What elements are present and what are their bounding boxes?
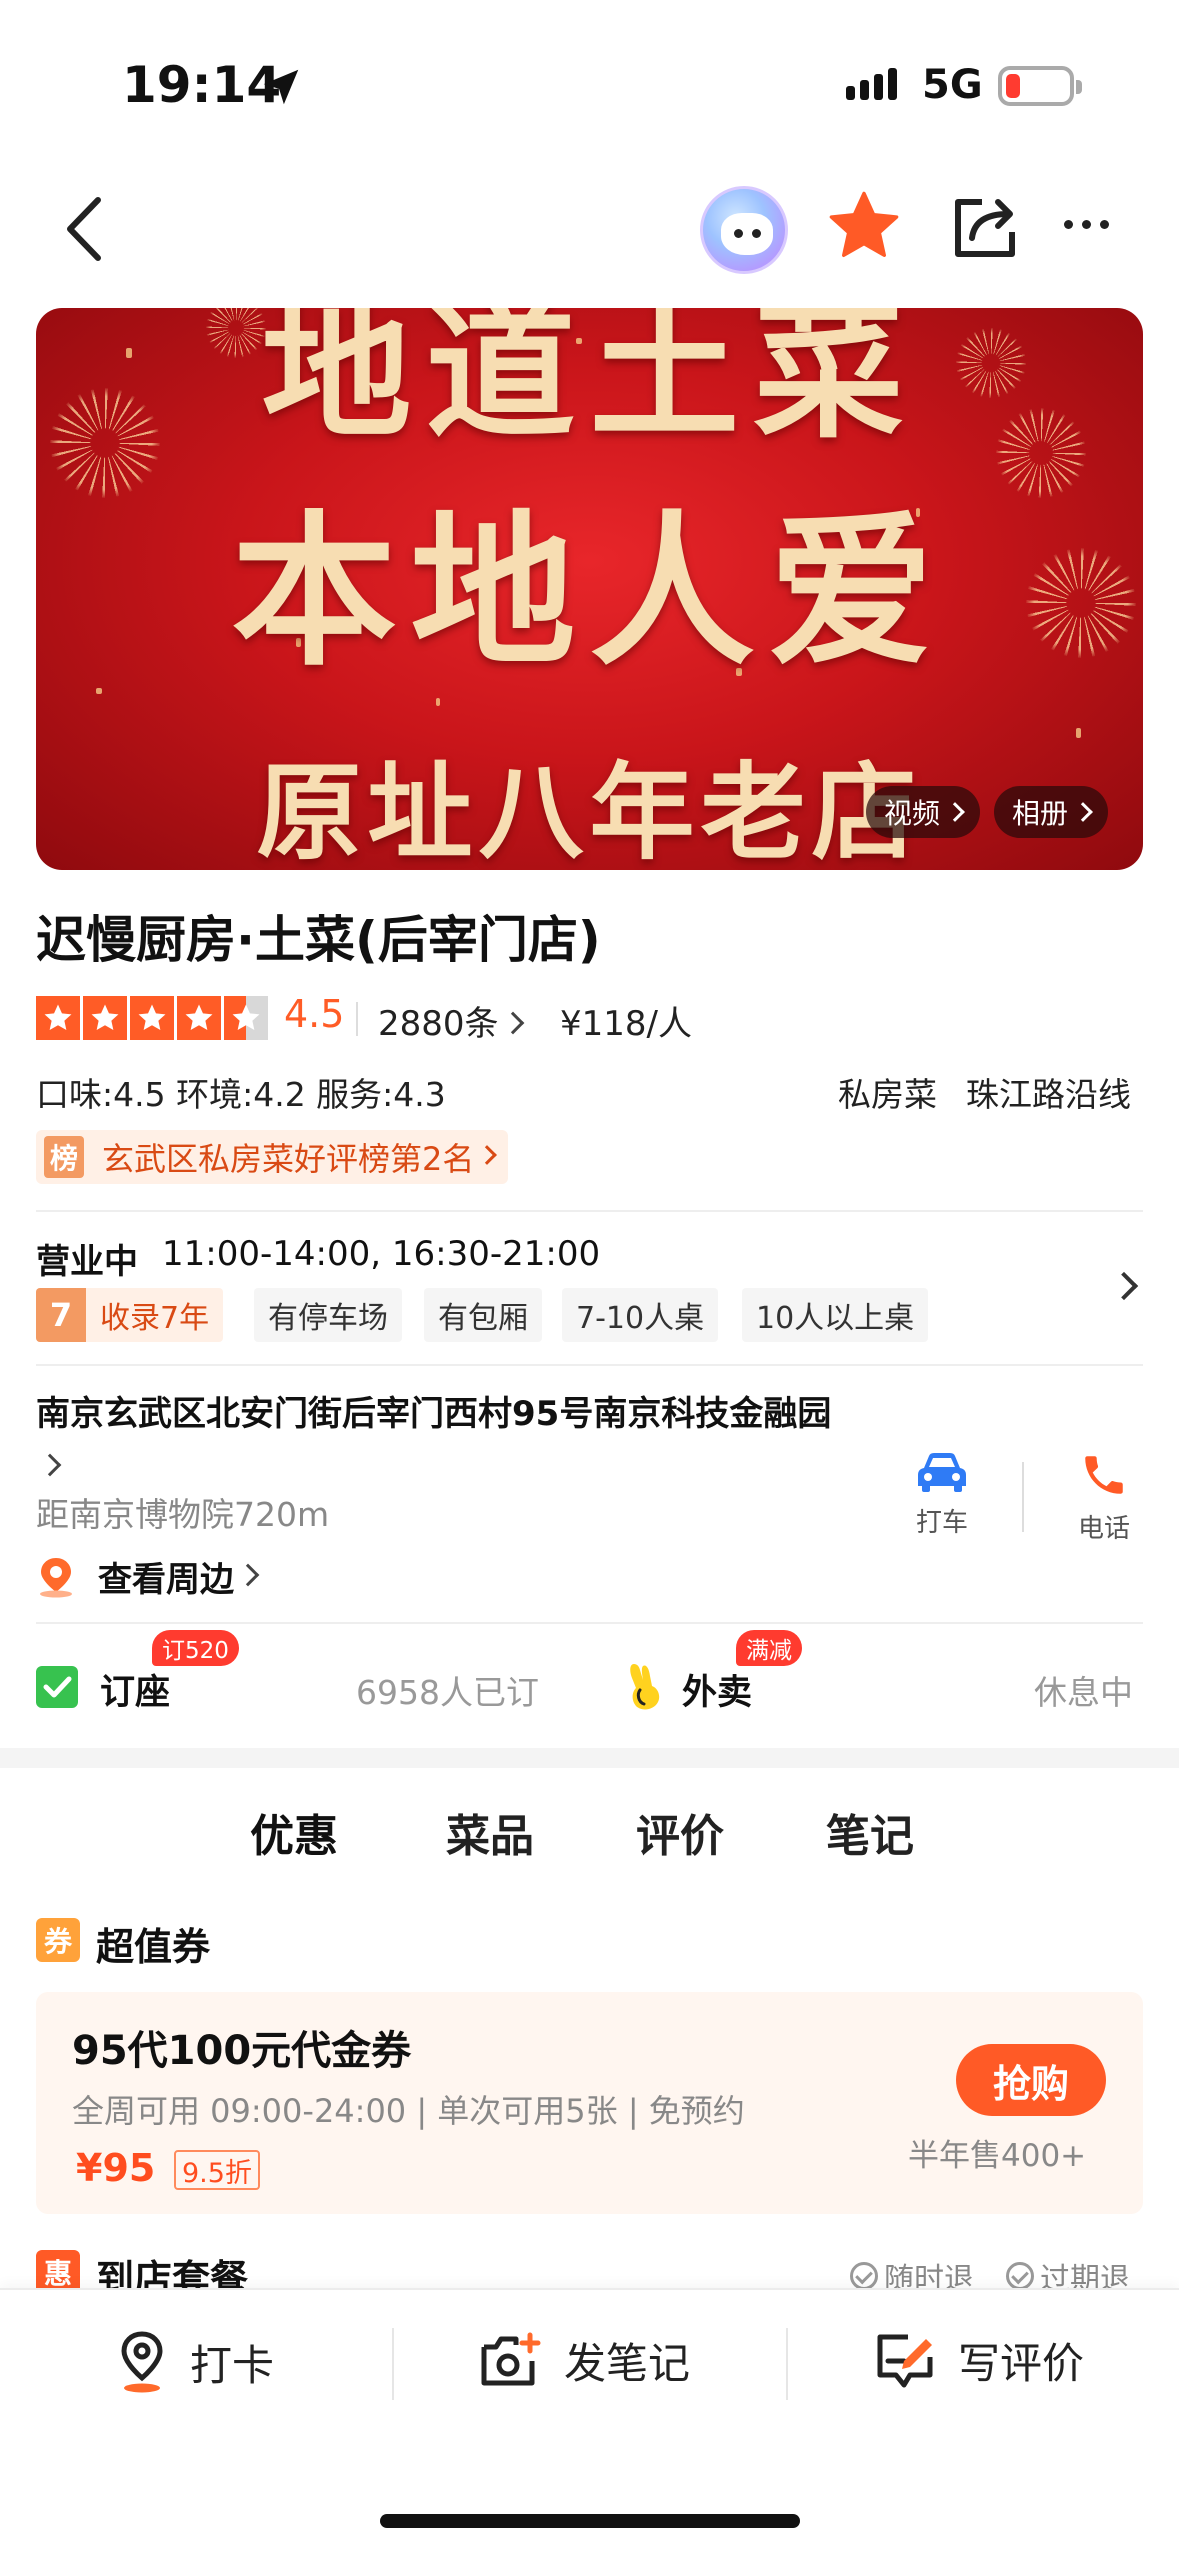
coupon-details: 全周可用 09:00-24:00 | 单次可用5张 | 免预约	[72, 2092, 745, 2130]
rating-score: 4.5	[284, 992, 345, 1036]
opening-hours: 11:00-14:00, 16:30-21:00	[162, 1234, 601, 1274]
facility-tag: 有停车场	[254, 1288, 402, 1342]
avg-price: ¥118/人	[560, 1004, 692, 1044]
coupon-icon: 券	[36, 1918, 80, 1962]
booked-count: 6958人已订	[356, 1673, 539, 1712]
booking-badge: 订520	[152, 1630, 239, 1666]
check-circle-icon	[850, 2262, 878, 2290]
review-count-link[interactable]: 2880条	[378, 996, 529, 1045]
assistant-avatar-icon[interactable]	[700, 186, 788, 274]
post-note-label: 发笔记	[564, 2339, 691, 2388]
chevron-right-icon	[945, 802, 965, 822]
coupon-title: 95代100元代金券	[72, 2028, 412, 2074]
album-label: 相册	[1012, 797, 1069, 830]
nearby-label: 查看周边	[98, 1560, 234, 1600]
half-star-icon	[224, 996, 268, 1040]
rank-icon: 榜	[44, 1136, 84, 1178]
edit-review-icon	[877, 2334, 933, 2387]
coupon-price: ¥95	[76, 2146, 156, 2190]
coupon-section-title: 超值券	[96, 1925, 211, 1969]
shop-name: 迟慢厨房·土菜(后宰门店)	[36, 911, 601, 969]
star-icon	[36, 996, 80, 1040]
tab-deals-label: 优惠	[250, 1811, 338, 1862]
distance-text: 距南京博物院720m	[36, 1495, 330, 1534]
ranking-badge[interactable]: 榜 玄武区私房菜好评榜第2名	[36, 1130, 509, 1184]
write-review-label: 写评价	[958, 2339, 1085, 2388]
taxi-label: 打车	[915, 1508, 968, 1538]
video-button[interactable]: 视频	[866, 786, 981, 838]
back-button[interactable]	[60, 194, 110, 264]
ranking-text: 玄武区私房菜好评榜第2名	[102, 1140, 475, 1178]
taxi-button[interactable]: 打车	[906, 1450, 978, 1539]
discount-badge: 9.5折	[174, 2150, 260, 2190]
banner-headline-1: 地道土菜	[261, 308, 918, 459]
chevron-right-icon	[477, 1145, 498, 1165]
buy-button[interactable]: 抢购	[956, 2044, 1106, 2116]
star-icon	[130, 996, 174, 1040]
checkin-label: 打卡	[190, 2340, 275, 2390]
hours-detail-chevron-icon[interactable]	[1109, 1271, 1139, 1301]
delivery-badge: 满减	[736, 1630, 802, 1666]
book-seat-button[interactable]: 订座	[100, 1664, 170, 1715]
cuisine-type: 私房菜	[838, 1075, 937, 1114]
chevron-right-icon	[501, 1011, 524, 1035]
star-icon	[177, 996, 221, 1040]
facility-tag: 7-10人桌	[562, 1288, 719, 1342]
tab-dishes[interactable]: 菜品	[446, 1800, 534, 1864]
tab-deals[interactable]: 优惠	[250, 1800, 338, 1864]
delivery-button[interactable]: 外卖	[682, 1664, 752, 1715]
business-area: 珠江路沿线	[966, 1075, 1131, 1114]
delivery-status: 休息中	[1034, 1673, 1133, 1712]
facility-tag: 10人以上桌	[742, 1288, 929, 1342]
battery-icon	[998, 66, 1082, 106]
open-status: 营业中	[36, 1242, 138, 1282]
location-pin-icon	[121, 2331, 163, 2393]
video-label: 视频	[884, 797, 941, 830]
years-label: 收录7年	[100, 1301, 210, 1336]
camera-plus-icon	[481, 2332, 541, 2385]
map-pin-icon	[40, 1557, 72, 1597]
tab-reviews[interactable]: 评价	[636, 1800, 724, 1864]
sold-count: 半年售400+	[908, 2138, 1087, 2174]
star-icon	[83, 996, 127, 1040]
phone-button[interactable]: 电话	[1068, 1450, 1140, 1545]
write-review-button[interactable]: 写评价	[874, 2330, 1084, 2391]
more-options-icon[interactable]	[1064, 220, 1109, 229]
years-listed-tag: 7 收录7年	[36, 1288, 224, 1342]
review-count: 2880条	[378, 1004, 499, 1044]
chevron-right-icon	[1073, 802, 1093, 822]
check-circle-icon	[1006, 2262, 1034, 2290]
post-note-button[interactable]: 发笔记	[478, 2330, 690, 2391]
address-text: 南京玄武区北安门街后宰门西村95号南京科技金融园	[36, 1394, 832, 1434]
share-icon[interactable]	[950, 192, 1020, 262]
delivery-kangaroo-icon	[630, 1664, 660, 1710]
phone-label: 电话	[1077, 1514, 1130, 1544]
rating-stars	[36, 996, 268, 1040]
album-button[interactable]: 相册	[994, 786, 1109, 838]
checkin-button[interactable]: 打卡	[114, 2330, 274, 2394]
favorite-star-icon[interactable]	[824, 186, 904, 266]
shop-banner[interactable]: 地道土菜 本地人爱 原址八年老店 视频 相册	[36, 308, 1143, 870]
banner-headline-2: 本地人爱	[231, 494, 948, 688]
signal-icon	[846, 68, 897, 100]
facility-tag: 有包厢	[424, 1288, 542, 1342]
phone-icon	[1085, 1456, 1123, 1494]
sub-scores: 口味:4.5 环境:4.2 服务:4.3	[36, 1075, 446, 1114]
section-divider	[0, 1748, 1179, 1768]
location-arrow-icon	[263, 69, 299, 105]
years-number: 7	[36, 1288, 86, 1342]
car-icon	[918, 1453, 966, 1492]
chevron-right-icon	[236, 1563, 260, 1586]
booking-check-icon	[36, 1666, 78, 1708]
network-type: 5G	[922, 62, 983, 108]
address-link[interactable]: 南京玄武区北安门街后宰门西村95号南京科技金融园	[36, 1388, 856, 1492]
nearby-link[interactable]: 查看周边	[36, 1552, 264, 1601]
home-indicator[interactable]	[380, 2514, 800, 2528]
chevron-right-icon	[38, 1453, 62, 1477]
tab-notes[interactable]: 笔记	[826, 1800, 914, 1864]
